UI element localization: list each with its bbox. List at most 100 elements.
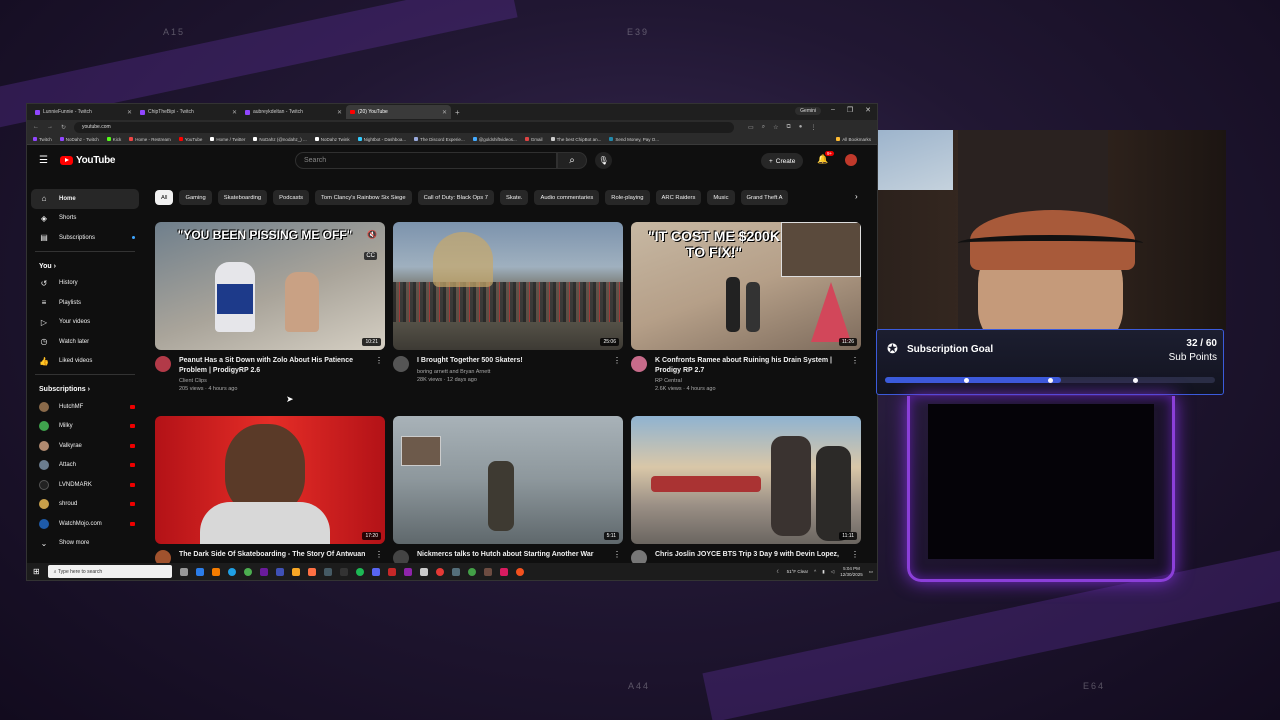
url-field[interactable]: youtube.com: [74, 121, 735, 133]
chip[interactable]: Grand Theft A: [740, 190, 789, 205]
video-card[interactable]: 25:06 I Brought Together 500 Skaters! bo…: [393, 222, 623, 383]
video-thumbnail[interactable]: 11:11: [631, 416, 861, 544]
create-button[interactable]: + Create: [761, 153, 804, 169]
app-icon[interactable]: [195, 567, 204, 576]
video-thumbnail[interactable]: 5:11: [393, 416, 623, 544]
video-title[interactable]: Chris Joslin JOYCE BTS Trip 3 Day 9 with…: [655, 550, 845, 560]
close-icon[interactable]: ✕: [337, 109, 342, 116]
app-icon[interactable]: [467, 567, 476, 576]
video-card[interactable]: 5:11 Nickmercs talks to Hutch about Star…: [393, 416, 623, 566]
bookmark[interactable]: Send Money, Pay O...: [609, 137, 659, 142]
browser-tab[interactable]: ChipTheBipi - Twitch ✕: [136, 105, 241, 119]
chip[interactable]: Call of Duty: Black Ops 7: [417, 190, 495, 205]
forward-icon[interactable]: →: [47, 124, 53, 130]
video-card[interactable]: 17:20 The Dark Side Of Skateboarding - T…: [155, 416, 385, 566]
profile-icon[interactable]: ●: [799, 124, 803, 131]
folder-icon[interactable]: [291, 567, 300, 576]
voice-search-button[interactable]: 🎙: [595, 152, 612, 169]
search-input[interactable]: Search: [295, 152, 557, 169]
chip[interactable]: Podcasts: [273, 190, 310, 205]
app-icon[interactable]: [339, 567, 348, 576]
sidebar-item-liked-videos[interactable]: 👍 Liked videos: [31, 352, 139, 372]
settings-icon[interactable]: [419, 567, 428, 576]
app-icon[interactable]: [515, 567, 524, 576]
hamburger-menu-icon[interactable]: ☰: [39, 155, 48, 166]
youtube-logo[interactable]: YouTube: [59, 155, 115, 166]
close-icon[interactable]: ✕: [232, 109, 237, 116]
maximize-icon[interactable]: ❐: [847, 106, 853, 114]
sidebar-item-watch-later[interactable]: ◷ Watch later: [31, 332, 139, 352]
more-options-icon[interactable]: ⋮: [851, 356, 859, 365]
sidebar-item-shorts[interactable]: ◈ Shorts: [31, 209, 139, 229]
notification-center-icon[interactable]: ▭: [869, 569, 873, 575]
chip[interactable]: Gaming: [179, 190, 212, 205]
subscription-channel[interactable]: LVNDMARK: [31, 475, 139, 495]
bookmark[interactable]: Kick: [106, 137, 121, 142]
app-icon[interactable]: [483, 567, 492, 576]
minimize-icon[interactable]: –: [831, 106, 835, 114]
app-icon[interactable]: [435, 567, 444, 576]
search-button[interactable]: ⌕: [557, 152, 587, 169]
clock[interactable]: 5:04 PM 12/30/2025: [840, 566, 863, 578]
chip[interactable]: ARC Raiders: [655, 190, 702, 205]
subscription-channel[interactable]: Valkyrae: [31, 436, 139, 456]
zoom-icon[interactable]: ⌕: [762, 124, 765, 131]
new-tab-button[interactable]: +: [455, 108, 460, 117]
sidebar-item-playlists[interactable]: ≡ Playlists: [31, 293, 139, 313]
app-icon[interactable]: [227, 567, 236, 576]
app-icon[interactable]: [499, 567, 508, 576]
bookmark[interactable]: All Bookmarks: [836, 137, 871, 142]
chip[interactable]: Skateboarding: [217, 190, 268, 205]
chip[interactable]: Music: [707, 190, 735, 205]
browser-tab-active[interactable]: (20) YouTube ✕: [346, 105, 451, 119]
bookmark[interactable]: YouTube: [178, 137, 202, 142]
subscriptions-section-header[interactable]: Subscriptions ›: [31, 378, 139, 397]
browser-tab[interactable]: aubreykdeltan - Twitch ✕: [241, 105, 346, 119]
video-title[interactable]: K Confronts Ramee about Ruining his Drai…: [655, 356, 845, 375]
video-thumbnail[interactable]: 17:20: [155, 416, 385, 544]
app-icon[interactable]: [451, 567, 460, 576]
channel-avatar[interactable]: [155, 356, 171, 372]
video-channel[interactable]: boring arnett and Bryan Arnett: [417, 369, 607, 375]
bookmark[interactable]: Home / Twitter: [210, 137, 245, 142]
browser-tab[interactable]: LunnieFunnie - Twitch ✕: [31, 105, 136, 119]
chip[interactable]: Audio commentaries: [534, 190, 600, 205]
subscription-channel[interactable]: HutchMF: [31, 397, 139, 417]
video-card[interactable]: "IT COST ME $200K TO FIX!" 11:26 K Confr…: [631, 222, 861, 392]
bookmark[interactable]: The Discord Experie...: [414, 137, 465, 142]
steam-icon[interactable]: [323, 567, 332, 576]
more-options-icon[interactable]: ⋮: [375, 356, 383, 365]
tray-arrow-icon[interactable]: ^: [814, 569, 816, 574]
spotify-icon[interactable]: [355, 567, 364, 576]
bookmark[interactable]: Twitch: [33, 137, 52, 142]
bookmark[interactable]: NoDahz Twink: [314, 137, 350, 142]
subscription-channel[interactable]: WatchMojo.com: [31, 514, 139, 534]
bookmark[interactable]: Nightbot - Dashboa...: [357, 137, 406, 142]
app-icon[interactable]: [211, 567, 220, 576]
network-icon[interactable]: ▮: [822, 569, 824, 575]
video-title[interactable]: Nickmercs talks to Hutch about Starting …: [417, 550, 607, 560]
sidebar-item-subscriptions[interactable]: ▤ Subscriptions: [31, 228, 139, 248]
mute-icon[interactable]: 🔇: [367, 230, 377, 239]
video-title[interactable]: Peanut Has a Sit Down with Zolo About Hi…: [179, 356, 369, 375]
app-icon[interactable]: [307, 567, 316, 576]
cast-icon[interactable]: ▭: [748, 124, 754, 131]
volume-icon[interactable]: ◁: [831, 569, 834, 575]
bookmark[interactable]: @goldshiftvideos...: [472, 137, 517, 142]
gemini-button[interactable]: Gemini: [795, 107, 821, 115]
subscription-channel[interactable]: shroud: [31, 495, 139, 515]
channel-avatar[interactable]: [393, 356, 409, 372]
channel-avatar[interactable]: [631, 356, 647, 372]
chevron-right-icon[interactable]: ›: [855, 192, 858, 201]
you-section-header[interactable]: You ›: [31, 255, 139, 274]
bookmark[interactable]: NoDahz (@nodahz_) ...: [253, 137, 307, 142]
more-options-icon[interactable]: ⋮: [851, 550, 859, 559]
subscription-channel[interactable]: Milky: [31, 417, 139, 437]
close-icon[interactable]: ✕: [442, 109, 447, 116]
show-more-button[interactable]: ⌄ Show more: [31, 534, 139, 554]
menu-icon[interactable]: ⋮: [810, 124, 816, 131]
app-icon[interactable]: [275, 567, 284, 576]
video-title[interactable]: The Dark Side Of Skateboarding - The Sto…: [179, 550, 369, 560]
task-view-icon[interactable]: [179, 567, 188, 576]
chip[interactable]: Role-playing: [605, 190, 650, 205]
